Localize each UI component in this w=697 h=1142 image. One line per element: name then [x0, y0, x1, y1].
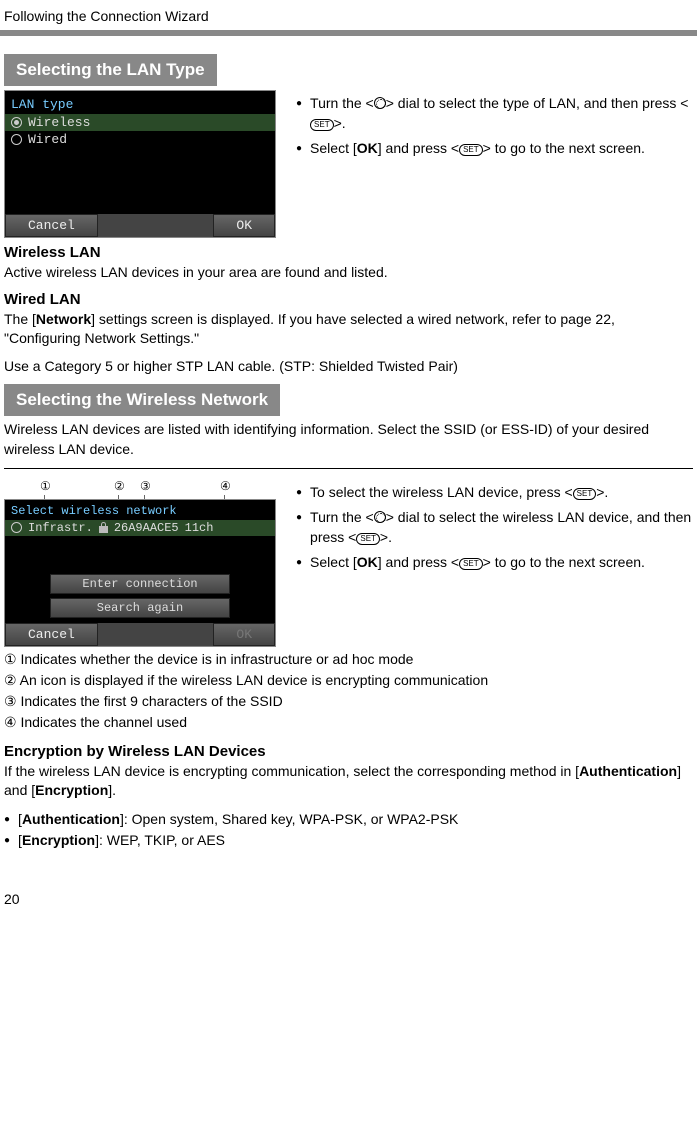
screenshot-select-network: Select wireless network Infrastr. 26A9AA… [4, 499, 276, 647]
set-icon: SET [573, 488, 597, 500]
option-wireless: Wireless [5, 114, 275, 131]
option-label: Wired [28, 132, 67, 147]
text: > to go to the next screen. [483, 554, 645, 570]
callout-1: ① [40, 479, 51, 493]
subheading-wireless-lan: Wireless LAN [4, 244, 693, 261]
instruction-item: Select [OK] and press <SET> to go to the… [296, 139, 693, 159]
text: >. [380, 529, 392, 545]
text: >. [334, 115, 346, 131]
text: ]. [108, 782, 116, 798]
page-header: Following the Connection Wizard [4, 0, 693, 30]
ssid-label: 26A9AACE5 [114, 521, 179, 535]
text: The [ [4, 311, 36, 327]
text-bold: Network [36, 311, 91, 327]
encryption-list: [Authentication]: Open system, Shared ke… [4, 809, 693, 851]
option-label: Wireless [28, 115, 90, 130]
body-text: Wireless LAN devices are listed with ide… [4, 420, 693, 459]
body-text: Use a Category 5 or higher STP LAN cable… [4, 357, 693, 377]
mode-label: Infrastr. [28, 521, 93, 535]
screenshot-title: LAN type [5, 95, 275, 114]
text: Turn the < [310, 509, 374, 525]
text: ] and press < [378, 140, 459, 156]
page-number: 20 [4, 891, 693, 907]
text-bold: Authentication [579, 763, 677, 779]
legend-item: ② An icon is displayed if the wireless L… [4, 670, 693, 691]
bottom-bar: Cancel OK [5, 623, 275, 646]
network-row: Infrastr. 26A9AACE5 11ch [5, 520, 275, 536]
set-icon: SET [459, 144, 483, 156]
text: To select the wireless LAN device, press… [310, 484, 573, 500]
ok-button-disabled: OK [213, 623, 275, 646]
callout-2: ② [114, 479, 125, 493]
legend-item: ④ Indicates the channel used [4, 712, 693, 733]
section-heading-lan-type: Selecting the LAN Type [4, 54, 217, 86]
screenshot-lan-type: LAN type Wireless Wired Cancel OK [4, 90, 276, 238]
dial-icon [374, 97, 386, 109]
cancel-button: Cancel [5, 623, 98, 646]
subheading-encryption: Encryption by Wireless LAN Devices [4, 743, 693, 760]
text: Select [ [310, 554, 357, 570]
text: If the wireless LAN device is encrypting… [4, 763, 579, 779]
radio-off-icon [11, 134, 22, 145]
instruction-list: Turn the < > dial to select the type of L… [296, 90, 693, 165]
body-text: Active wireless LAN devices in your area… [4, 263, 693, 283]
callout-3: ③ [140, 479, 151, 493]
text: >. [596, 484, 608, 500]
instruction-item: Turn the <> dial to select the wireless … [296, 508, 693, 547]
section-heading-wireless-network: Selecting the Wireless Network [4, 384, 280, 416]
instruction-list: To select the wireless LAN device, press… [296, 479, 693, 579]
legend-item: ① Indicates whether the device is in inf… [4, 649, 693, 670]
radio-off-icon [11, 522, 22, 533]
dial-icon [374, 511, 386, 523]
set-icon: SET [459, 558, 483, 570]
text: ]: Open system, Shared key, WPA-PSK, or … [120, 811, 458, 827]
body-text: If the wireless LAN device is encrypting… [4, 762, 693, 801]
screenshot-title: Select wireless network [5, 500, 275, 520]
enter-connection-button: Enter connection [50, 574, 230, 594]
list-item: [Authentication]: Open system, Shared ke… [4, 809, 693, 830]
set-icon: SET [356, 533, 380, 545]
callout-labels: ① ② ③ ④ [4, 479, 276, 497]
text-bold: Authentication [22, 811, 120, 827]
text: > dial to select the type of LAN, and th… [386, 95, 689, 111]
text: ]: WEP, TKIP, or AES [95, 832, 225, 848]
instruction-item: Turn the < > dial to select the type of L… [296, 94, 693, 133]
search-again-button: Search again [50, 598, 230, 618]
radio-on-icon [11, 117, 22, 128]
callout-4: ④ [220, 479, 231, 493]
instruction-item: To select the wireless LAN device, press… [296, 483, 693, 503]
list-item: [Encryption]: WEP, TKIP, or AES [4, 830, 693, 851]
text: ] and press < [378, 554, 459, 570]
text-bold: OK [357, 140, 378, 156]
instruction-item: Select [OK] and press <SET> to go to the… [296, 553, 693, 573]
text-bold: Encryption [35, 782, 108, 798]
ok-button: OK [213, 214, 275, 237]
legend-item: ③ Indicates the first 9 characters of th… [4, 691, 693, 712]
set-icon: SET [310, 119, 334, 131]
text-bold: Encryption [22, 832, 95, 848]
callout-legend: ① Indicates whether the device is in inf… [4, 649, 693, 733]
text: > to go to the next screen. [483, 140, 645, 156]
text: ] settings screen is displayed. If you h… [4, 311, 615, 347]
subheading-wired-lan: Wired LAN [4, 291, 693, 308]
body-text: The [Network] settings screen is display… [4, 310, 693, 349]
text: Select [ [310, 140, 357, 156]
lock-icon [99, 522, 108, 533]
channel-label: 11ch [185, 521, 214, 535]
text: Turn the < [310, 95, 374, 111]
option-wired: Wired [5, 131, 275, 148]
header-rule [0, 30, 697, 36]
separator [4, 468, 693, 469]
cancel-button: Cancel [5, 214, 98, 237]
bottom-bar: Cancel OK [5, 214, 275, 237]
text-bold: OK [357, 554, 378, 570]
